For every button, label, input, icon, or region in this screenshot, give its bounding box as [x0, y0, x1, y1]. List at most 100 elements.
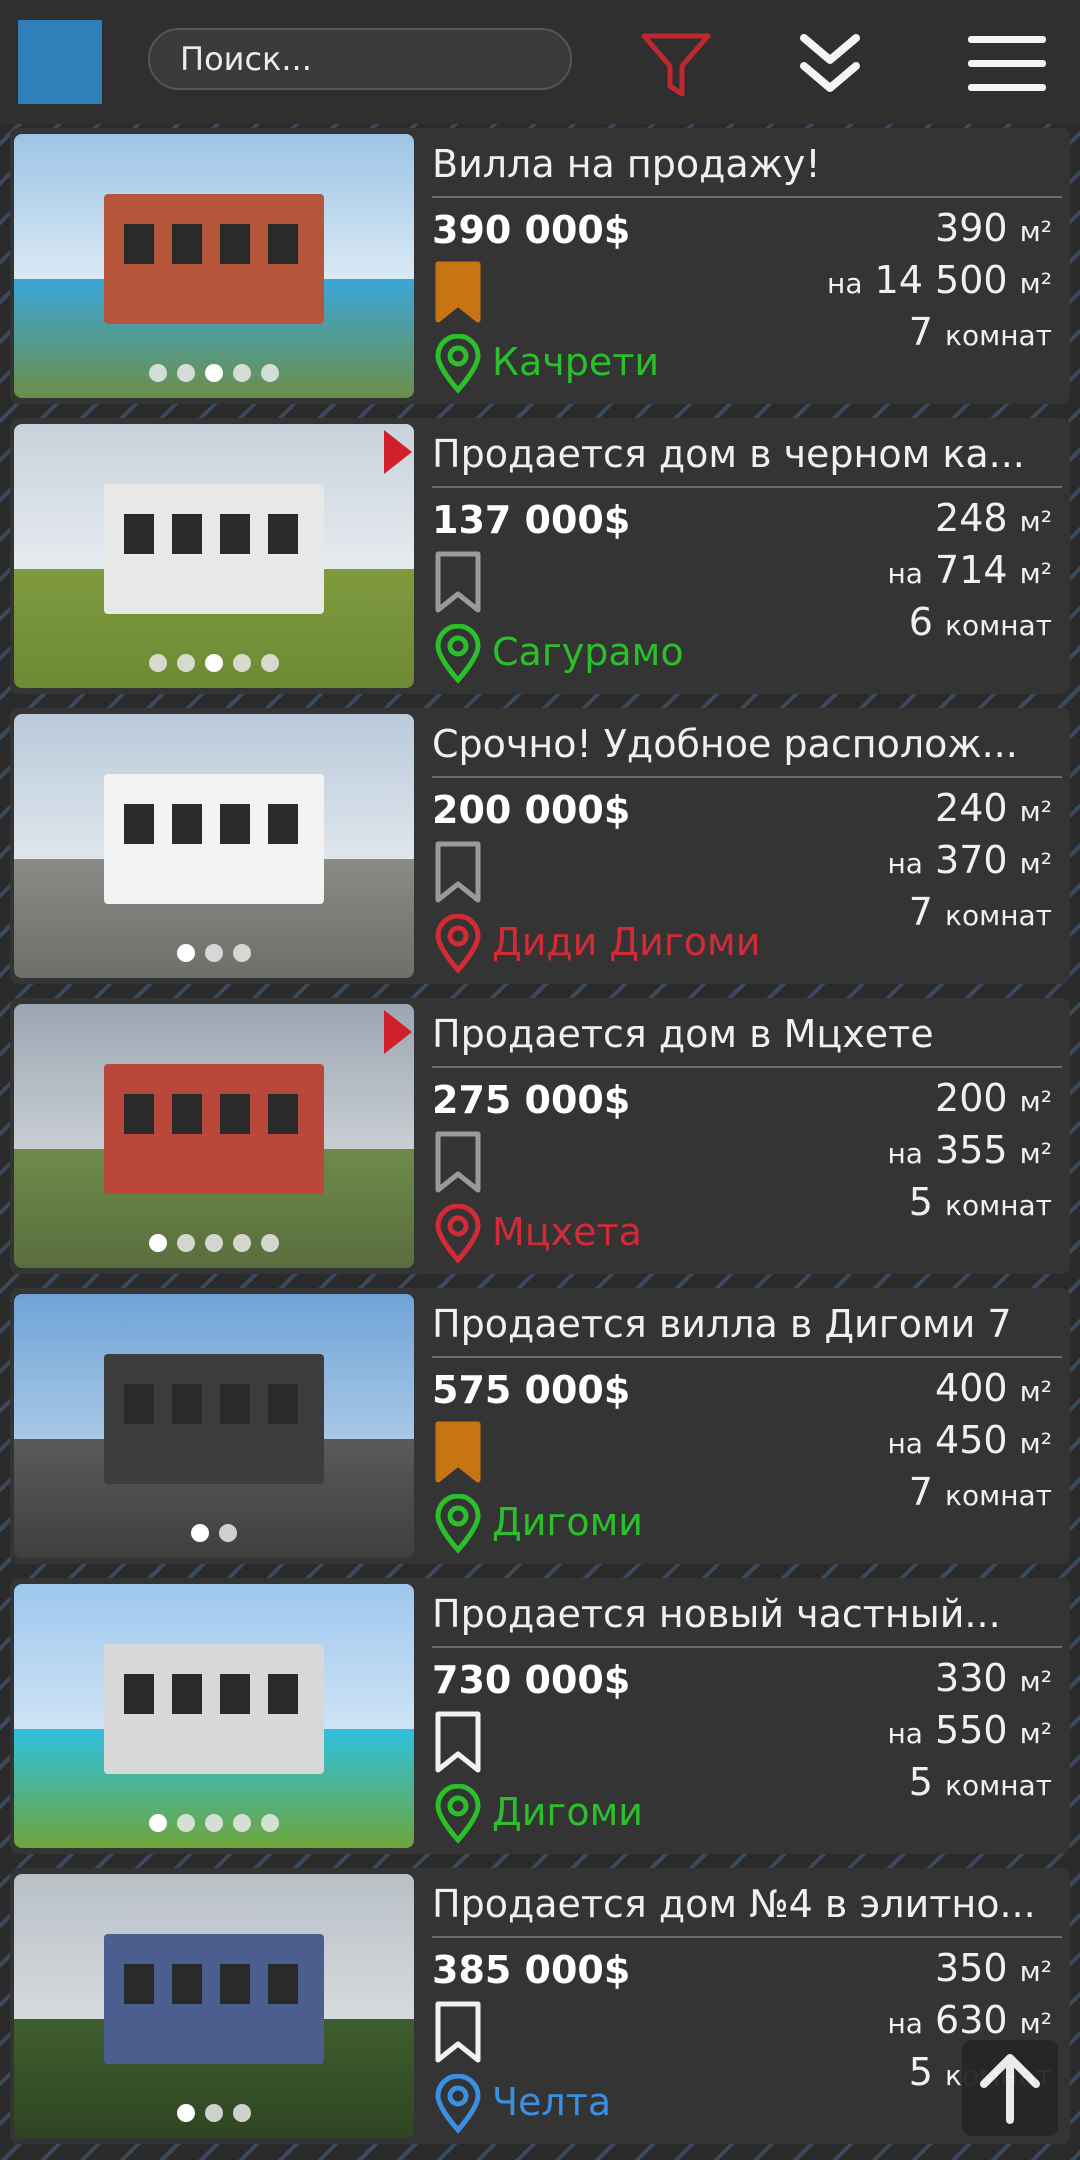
listing-title[interactable]: Продается дом в Мцхете [432, 1006, 1066, 1062]
listing-location[interactable]: Челта [492, 2080, 611, 2124]
listing-location[interactable]: Качрети [492, 340, 659, 384]
carousel-dot[interactable] [177, 364, 195, 382]
carousel-dot[interactable] [261, 364, 279, 382]
plot-unit: м² [1019, 1427, 1052, 1460]
carousel-dot[interactable] [177, 654, 195, 672]
bookmark-icon[interactable] [434, 1130, 482, 1194]
carousel-dot[interactable] [149, 1814, 167, 1832]
carousel-dot[interactable] [219, 1524, 237, 1542]
bookmark-icon[interactable] [434, 550, 482, 614]
bookmark-icon[interactable] [434, 260, 482, 324]
carousel-dot[interactable] [177, 1814, 195, 1832]
hamburger-menu-icon[interactable] [962, 24, 1052, 104]
bookmark-icon[interactable] [434, 1710, 482, 1774]
photo-window [124, 514, 154, 554]
listing-rooms: 7 комнат [909, 890, 1052, 934]
listing-location[interactable]: Диди Дигоми [492, 920, 760, 964]
rooms-value: 7 [908, 890, 933, 934]
location-pin-icon [435, 334, 481, 394]
listing-card[interactable]: Продается дом в Мцхете 275 000$ 200 м² на 3… [10, 998, 1070, 1274]
listing-photo[interactable] [14, 1584, 414, 1848]
carousel-dot[interactable] [205, 364, 223, 382]
listings-list[interactable]: Вилла на продажу! 390 000$ 390 м² на 14 500… [0, 124, 1080, 2160]
carousel-dot[interactable] [149, 654, 167, 672]
rooms-value: 5 [908, 2050, 933, 2094]
photo-window [124, 804, 154, 844]
carousel-dot[interactable] [261, 1234, 279, 1252]
rooms-label: комнат [945, 319, 1052, 352]
title-divider [432, 776, 1062, 778]
photo-window [172, 1094, 202, 1134]
photo-window [172, 1964, 202, 2004]
listing-title[interactable]: Срочно! Удобное располож... [432, 716, 1066, 772]
location-pin-icon [435, 914, 481, 974]
listing-card[interactable]: Продается вилла в Дигоми 7 575 000$ 400 м²… [10, 1288, 1070, 1564]
carousel-dot[interactable] [149, 1234, 167, 1252]
listing-photo[interactable] [14, 134, 414, 398]
listing-area: 240 м² [935, 786, 1052, 830]
listing-location[interactable]: Дигоми [492, 1500, 643, 1544]
carousel-dot[interactable] [205, 1234, 223, 1252]
listing-title[interactable]: Продается вилла в Дигоми 7 [432, 1296, 1066, 1352]
photo-window [220, 224, 250, 264]
carousel-dot[interactable] [205, 1814, 223, 1832]
bookmark-icon[interactable] [434, 2000, 482, 2064]
plot-prefix: на [887, 557, 923, 590]
listing-plot-area: на 370 м² [887, 838, 1052, 882]
carousel-dot[interactable] [205, 654, 223, 672]
listing-card[interactable]: Вилла на продажу! 390 000$ 390 м² на 14 500… [10, 128, 1070, 404]
listing-photo[interactable] [14, 424, 414, 688]
plot-value: 550 [935, 1708, 1008, 1752]
carousel-dot[interactable] [191, 1524, 209, 1542]
carousel-dot[interactable] [177, 944, 195, 962]
photo-window [268, 1384, 298, 1424]
plot-value: 14 500 [874, 258, 1008, 302]
listing-location[interactable]: Мцхета [492, 1210, 642, 1254]
listing-rooms: 5 комнат [909, 1760, 1052, 1804]
filter-icon[interactable] [636, 24, 716, 104]
location-pin-icon [435, 1204, 481, 1264]
listing-card[interactable]: Продается дом в черном ка... 137 000$ 248 … [10, 418, 1070, 694]
listing-photo[interactable] [14, 1874, 414, 2138]
plot-unit: м² [1019, 847, 1052, 880]
listing-photo[interactable] [14, 714, 414, 978]
carousel-dot[interactable] [205, 2104, 223, 2122]
listing-title[interactable]: Продается новый частный... [432, 1586, 1066, 1642]
plot-value: 355 [935, 1128, 1008, 1172]
carousel-dot[interactable] [149, 364, 167, 382]
listing-card[interactable]: Продается новый частный... 730 000$ 330 м²… [10, 1578, 1070, 1854]
carousel-dot[interactable] [233, 944, 251, 962]
carousel-dot[interactable] [233, 654, 251, 672]
listing-card[interactable]: Продается дом №4 в элитно... 385 000$ 350 … [10, 1868, 1070, 2144]
carousel-dot[interactable] [205, 944, 223, 962]
carousel-dot[interactable] [233, 364, 251, 382]
scroll-top-button[interactable] [962, 2040, 1058, 2136]
listing-photo[interactable] [14, 1294, 414, 1558]
listing-location[interactable]: Сагурамо [492, 630, 684, 674]
double-chevron-down-icon[interactable] [790, 24, 870, 104]
search-input[interactable]: Поиск... [148, 28, 572, 90]
bookmark-icon[interactable] [434, 840, 482, 904]
listing-title[interactable]: Вилла на продажу! [432, 136, 1066, 192]
photo-window [172, 514, 202, 554]
plot-unit: м² [1019, 557, 1052, 590]
listing-card[interactable]: Срочно! Удобное располож... 200 000$ 240 м… [10, 708, 1070, 984]
photo-window [220, 1964, 250, 2004]
listing-title[interactable]: Продается дом в черном ка... [432, 426, 1066, 482]
carousel-dot[interactable] [233, 1814, 251, 1832]
listing-photo[interactable] [14, 1004, 414, 1268]
rooms-value: 7 [908, 1470, 933, 1514]
bookmark-icon[interactable] [434, 1420, 482, 1484]
carousel-dot[interactable] [261, 654, 279, 672]
listing-title[interactable]: Продается дом №4 в элитно... [432, 1876, 1066, 1932]
carousel-dot[interactable] [177, 1234, 195, 1252]
carousel-dot[interactable] [233, 2104, 251, 2122]
carousel-dot[interactable] [233, 1234, 251, 1252]
carousel-dot[interactable] [177, 2104, 195, 2122]
title-divider [432, 196, 1062, 198]
area-value: 390 [935, 206, 1008, 250]
plot-value: 630 [935, 1998, 1008, 2042]
carousel-dot[interactable] [261, 1814, 279, 1832]
app-logo[interactable] [18, 20, 102, 104]
listing-location[interactable]: Дигоми [492, 1790, 643, 1834]
